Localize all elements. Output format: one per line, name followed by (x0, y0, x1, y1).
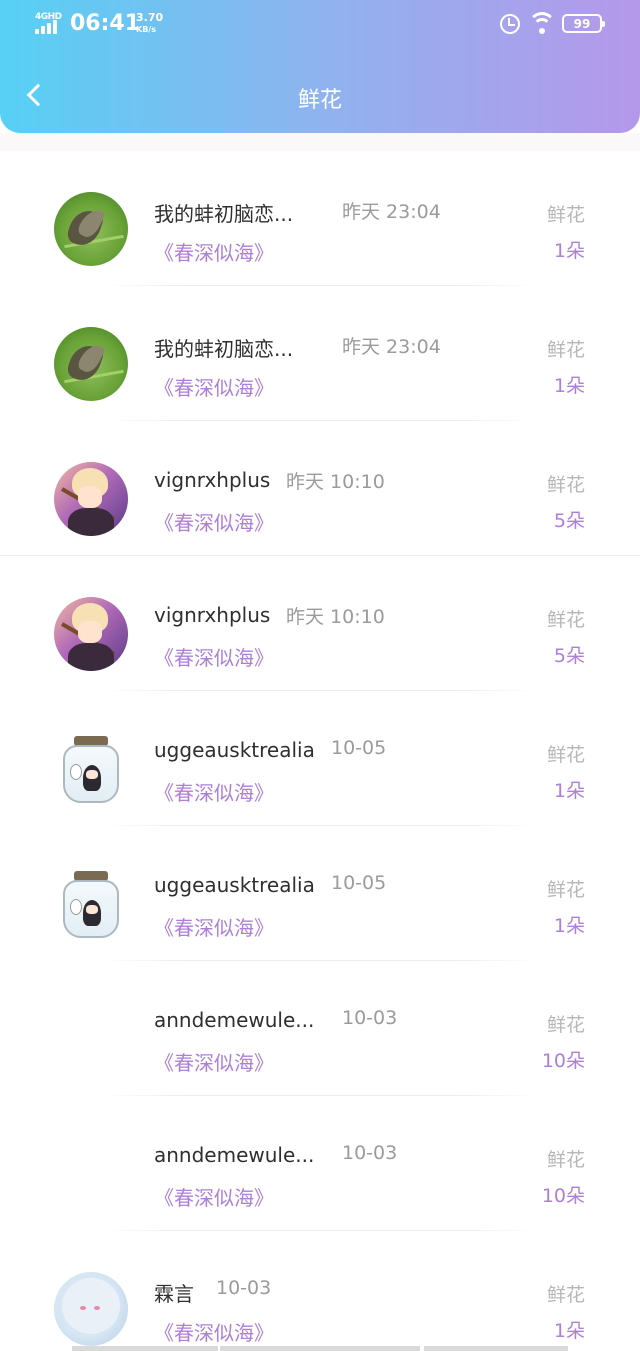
list-item[interactable]: uggeausktrealia 10-05 《春深似海》 鲜花 1朵 (0, 691, 640, 826)
book-title[interactable]: 《春深似海》 (154, 912, 274, 941)
clock: 06:41 (70, 11, 141, 36)
list-item[interactable]: 我的蚌初脑恋... 昨天 23:04 《春深似海》 鲜花 1朵 (0, 151, 640, 286)
gift-count: 1朵 (553, 240, 585, 262)
gift-type: 鲜花 (546, 744, 585, 766)
gift-time: 10-03 (216, 1277, 272, 1299)
header-spacer (0, 133, 640, 151)
gift-time: 10-05 (331, 737, 387, 759)
avatar[interactable] (54, 867, 128, 941)
gift-record-list: 我的蚌初脑恋... 昨天 23:04 《春深似海》 鲜花 1朵 我的蚌初脑恋... 昨天 2… (0, 151, 640, 1351)
speed-value: 3.70 (136, 11, 164, 24)
book-title[interactable]: 《春深似海》 (154, 642, 274, 671)
gift-count: 5朵 (553, 510, 585, 532)
sender-name[interactable]: 我的蚌初脑恋... (154, 333, 293, 362)
gift-type: 鲜花 (546, 339, 585, 361)
list-item[interactable]: anndemewule... 10-03 《春深似海》 鲜花 10朵 (0, 961, 640, 1096)
sender-name[interactable]: 霖言 (154, 1278, 194, 1307)
gift-count: 10朵 (541, 1185, 585, 1207)
book-title[interactable]: 《春深似海》 (154, 507, 274, 536)
book-title[interactable]: 《春深似海》 (154, 1182, 274, 1211)
alarm-icon (500, 14, 520, 34)
header: 4GHD 06:41 3.70 KB/s 99 鲜花 (0, 0, 640, 133)
speed-unit: KB/s (136, 25, 156, 34)
gift-count: 5朵 (553, 645, 585, 667)
page-title: 鲜花 (297, 88, 342, 113)
gift-time: 昨天 23:04 (342, 336, 441, 358)
list-item[interactable]: anndemewule... 10-03 《春深似海》 鲜花 10朵 (0, 1096, 640, 1231)
battery-level: 99 (573, 17, 591, 31)
book-title[interactable]: 《春深似海》 (154, 777, 274, 806)
list-item[interactable]: vignrxhplus 昨天 10:10 《春深似海》 鲜花 5朵 (0, 556, 640, 691)
gift-count: 1朵 (553, 1320, 585, 1342)
gift-type: 鲜花 (546, 1149, 585, 1171)
book-title[interactable]: 《春深似海》 (154, 237, 274, 266)
book-title[interactable]: 《春深似海》 (154, 372, 274, 401)
battery-icon: 99 (562, 14, 605, 33)
wifi-icon (528, 12, 556, 34)
avatar[interactable] (54, 1272, 128, 1346)
gift-count: 1朵 (553, 375, 585, 397)
avatar[interactable] (54, 192, 128, 266)
avatar[interactable] (54, 1137, 128, 1211)
gift-time: 10-03 (342, 1007, 398, 1029)
gift-time: 10-05 (331, 872, 387, 894)
avatar[interactable] (54, 327, 128, 401)
gift-type: 鲜花 (546, 1014, 585, 1036)
avatar[interactable] (54, 462, 128, 536)
sender-name[interactable]: vignrxhplus (154, 603, 270, 627)
list-item[interactable]: 我的蚌初脑恋... 昨天 23:04 《春深似海》 鲜花 1朵 (0, 286, 640, 421)
list-item[interactable]: 霖言 10-03 《春深似海》 鲜花 1朵 (0, 1231, 640, 1351)
gift-count: 1朵 (553, 915, 585, 937)
book-title[interactable]: 《春深似海》 (154, 1047, 274, 1076)
gift-count: 1朵 (553, 780, 585, 802)
gift-type: 鲜花 (546, 1284, 585, 1306)
signal-icon: 4GHD (35, 12, 63, 34)
avatar[interactable] (54, 597, 128, 671)
network-type: 4GHD (35, 12, 62, 22)
sender-name[interactable]: uggeausktrealia (154, 873, 315, 897)
gift-type: 鲜花 (546, 609, 585, 631)
list-item[interactable]: uggeausktrealia 10-05 《春深似海》 鲜花 1朵 (0, 826, 640, 961)
gift-time: 10-03 (342, 1142, 398, 1164)
status-bar: 4GHD 06:41 3.70 KB/s 99 (0, 0, 640, 50)
network-speed: 3.70 KB/s (136, 12, 163, 36)
gift-time: 昨天 10:10 (286, 606, 385, 628)
sender-name[interactable]: uggeausktrealia (154, 738, 315, 762)
scroll-indicator (0, 1346, 640, 1351)
gift-type: 鲜花 (546, 204, 585, 226)
gift-count: 10朵 (541, 1050, 585, 1072)
sender-name[interactable]: anndemewule... (154, 1008, 314, 1032)
gift-time: 昨天 10:10 (286, 471, 385, 493)
sender-name[interactable]: 我的蚌初脑恋... (154, 198, 293, 227)
sender-name[interactable]: anndemewule... (154, 1143, 314, 1167)
book-title[interactable]: 《春深似海》 (154, 1317, 274, 1346)
gift-type: 鲜花 (546, 879, 585, 901)
sender-name[interactable]: vignrxhplus (154, 468, 270, 492)
gift-type: 鲜花 (546, 474, 585, 496)
avatar[interactable] (54, 1002, 128, 1076)
gift-time: 昨天 23:04 (342, 201, 441, 223)
list-item[interactable]: vignrxhplus 昨天 10:10 《春深似海》 鲜花 5朵 (0, 421, 640, 556)
avatar[interactable] (54, 732, 128, 806)
